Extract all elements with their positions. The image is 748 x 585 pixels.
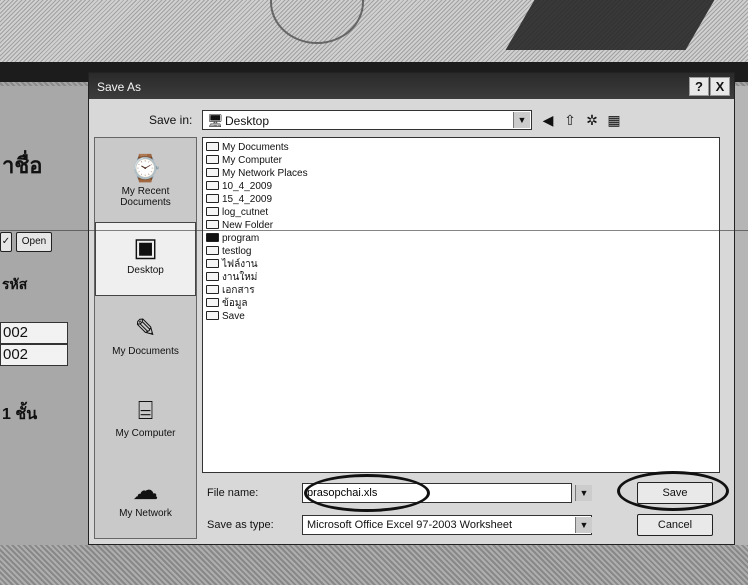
close-button[interactable]: X [710,77,730,96]
list-item[interactable]: program [206,232,259,245]
background-column-header: รหัส [2,276,28,292]
list-item[interactable]: testlog [206,245,251,258]
file-list: My Documents My Computer My Network Plac… [202,137,720,473]
list-item[interactable]: ไฟล์งาน [206,258,258,271]
scan-line [0,230,748,231]
dialog-title: Save As [97,80,142,94]
network-icon: ☁ [132,475,159,505]
chevron-down-icon[interactable]: ▼ [513,112,530,128]
folder-icon [206,272,219,281]
list-item[interactable]: 10_4_2009 [206,180,272,193]
place-label: My Computer [115,428,176,439]
file-name-text: testlog [222,246,252,257]
place-label: My Network [119,508,172,519]
file-name-text: program [222,233,260,244]
chevron-down-icon[interactable]: ▼ [575,485,592,501]
up-folder-icon[interactable]: ⇧ [561,111,579,129]
documents-folder-icon: ✎ [134,313,157,343]
folder-icon [206,207,219,216]
background-open-button[interactable]: Open [16,232,52,252]
annotation-circle-save-button [617,471,729,511]
place-my-documents[interactable]: ✎ My Documents [95,304,196,378]
place-desktop[interactable]: ▣ Desktop [95,222,196,296]
folder-icon [206,259,219,268]
file-name-text: 15_4_2009 [222,194,273,205]
background-window-right [735,86,748,546]
desktop-background-top [0,0,748,64]
decorative-shape [505,0,715,50]
save-in-label: Save in: [149,113,193,127]
network-small-icon [206,168,219,177]
folder-icon [206,142,219,151]
new-folder-icon[interactable]: ✲ [583,111,601,129]
folder-icon [206,194,219,203]
background-window-left: าชื่อ ✓ Open รหัส 002 002 1 ชั้น [0,86,88,546]
file-name-label: File name: [207,487,259,499]
place-label: My Recent Documents [120,186,171,208]
list-item[interactable]: log_cutnet [206,206,268,219]
file-name-text: เอกสาร [222,285,255,296]
file-name-text: log_cutnet [222,207,269,218]
list-item[interactable]: My Computer [206,154,282,167]
decorative-circle [270,0,364,44]
cancel-button[interactable]: Cancel [637,514,713,536]
folder-icon [206,233,219,242]
file-name-text: 10_4_2009 [222,181,273,192]
file-name-text: งานใหม่ [222,272,258,283]
save-as-type-value: Microsoft Office Excel 97-2003 Worksheet [307,519,513,531]
computer-small-icon [206,155,219,164]
folder-icon [206,311,219,320]
list-item[interactable]: Save [206,310,245,323]
place-my-computer[interactable]: ⌸ My Computer [95,386,196,460]
background-cell: 002 [0,344,68,366]
background-cell: 002 [0,322,68,344]
chevron-down-icon[interactable]: ▼ [575,517,592,533]
save-in-value: Desktop [225,114,270,128]
file-name-text: My Documents [222,142,289,153]
list-item[interactable]: My Network Places [206,167,308,180]
list-item[interactable]: ข้อมูล [206,297,248,310]
list-item[interactable]: งานใหม่ [206,271,257,284]
place-my-network[interactable]: ☁ My Network [95,466,196,540]
back-icon[interactable]: ◀ [539,111,557,129]
place-label: My Documents [112,346,179,357]
save-as-type-label: Save as type: [207,519,274,531]
file-name-text: Save [222,311,245,322]
save-as-dialog: Save As ? X Save in: 🖥 Desktop ▼ ◀ ⇧ ✲ ▦… [88,72,735,545]
list-item[interactable]: เอกสาร [206,284,255,297]
desktop-background-bottom [0,545,748,585]
views-menu-icon[interactable]: ▦ [605,111,623,129]
folder-icon [206,181,219,190]
clock-document-icon: ⌚ [129,153,162,183]
annotation-circle-file-name [304,474,430,512]
dialog-title-bar[interactable]: Save As ? X [89,73,734,99]
folder-icon [206,285,219,294]
file-name-text: My Network Places [222,168,308,179]
folder-icon [206,220,219,229]
desktop-folder-icon: ▣ [133,232,158,262]
list-item[interactable]: 15_4_2009 [206,193,272,206]
desktop-icon: 🖥 [207,113,224,128]
places-bar: ⌚ My Recent Documents ▣ Desktop ✎ My Doc… [94,137,197,539]
file-name-text: ข้อมูล [222,298,248,309]
folder-icon [206,298,219,307]
background-heading: าชื่อ [2,153,43,178]
list-item[interactable]: My Documents [206,141,289,154]
place-my-recent-documents[interactable]: ⌚ My Recent Documents [95,144,196,218]
background-checkbox[interactable]: ✓ [0,232,12,252]
help-button[interactable]: ? [689,77,709,96]
save-as-type-dropdown[interactable]: Microsoft Office Excel 97-2003 Worksheet [302,515,592,535]
save-in-dropdown[interactable]: 🖥 Desktop ▼ [202,110,532,130]
computer-icon: ⌸ [137,395,154,425]
background-row-label: 1 ชั้น [2,406,38,423]
file-name-text: My Computer [222,155,283,166]
file-name-text: ไฟล์งาน [222,259,258,270]
folder-icon [206,246,219,255]
place-label: Desktop [127,265,164,276]
